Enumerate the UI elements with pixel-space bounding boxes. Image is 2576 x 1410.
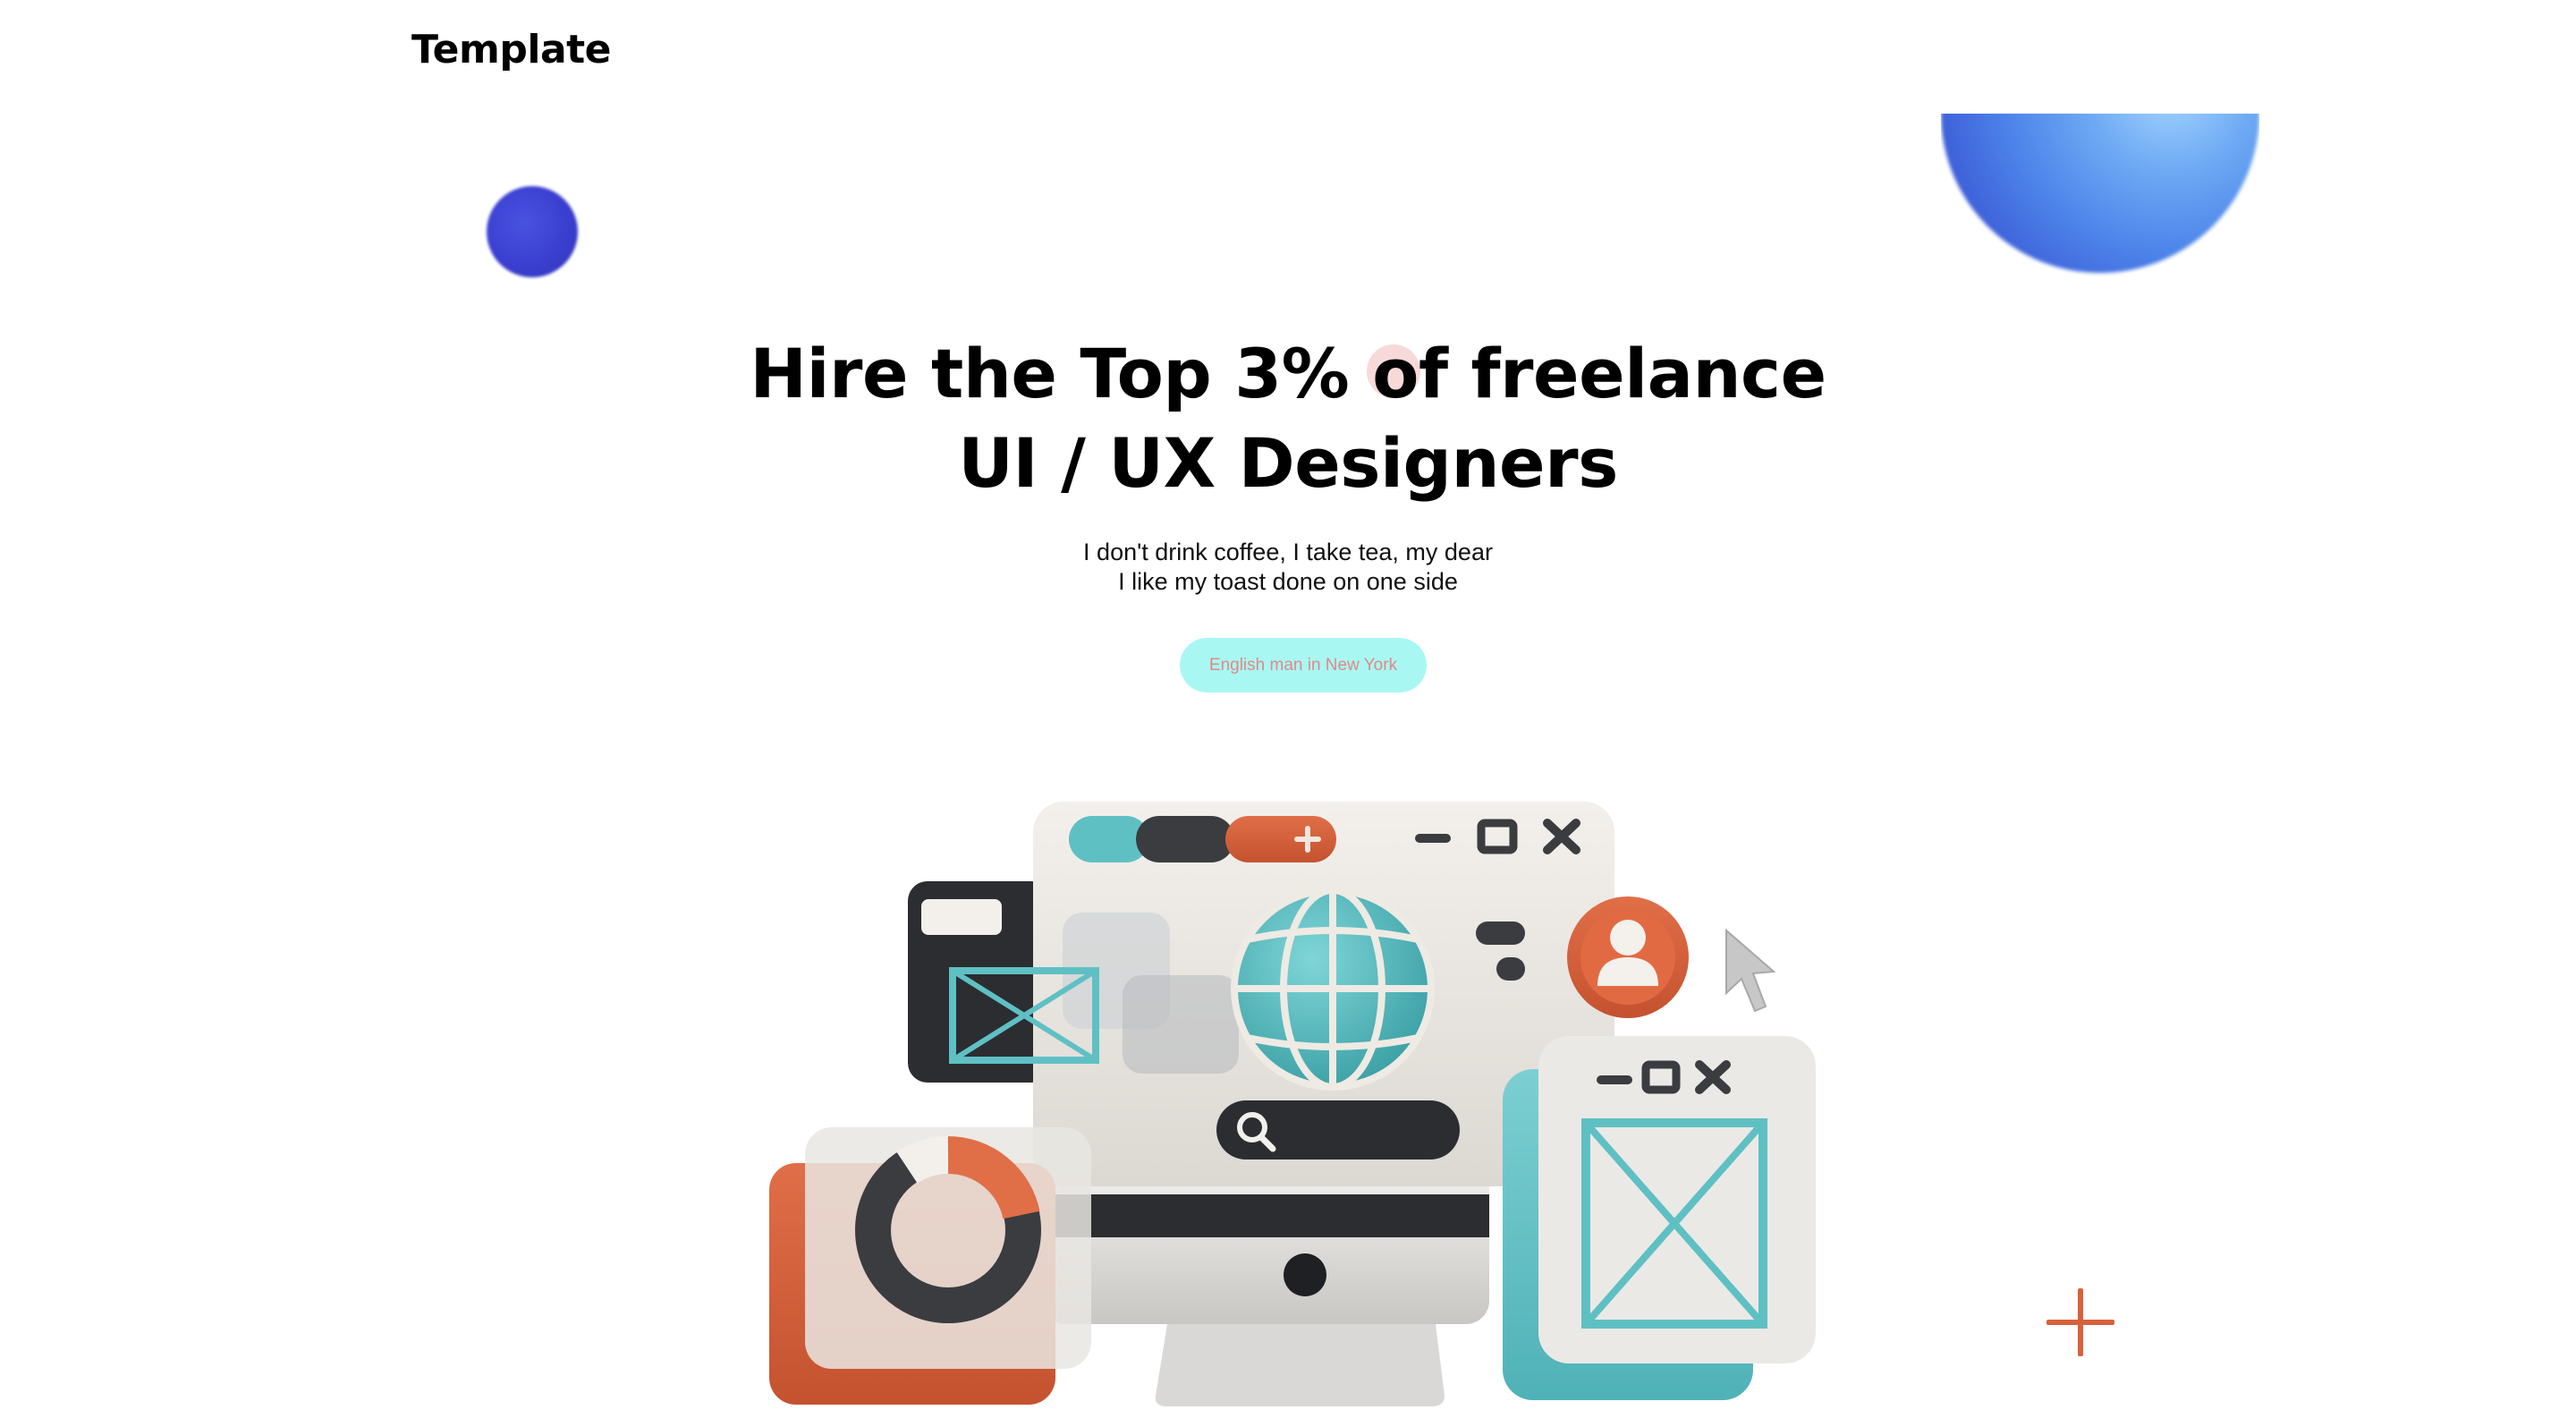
window-card-icon — [1503, 1036, 1816, 1400]
decorative-sphere-large — [1941, 114, 2259, 282]
hero-title-highlight: of — [1372, 334, 1448, 413]
hero-title-line-2: UI / UX Designers — [958, 423, 1618, 503]
hero-subtitle-line-1: I don't drink coffee, I take tea, my dea… — [1083, 539, 1493, 565]
cursor-icon — [1725, 928, 1776, 1013]
monitor-icon — [1042, 1163, 1489, 1406]
hero-subtitle-line-2: I like my toast done on one side — [1118, 568, 1458, 595]
hero-title-part: freelance — [1447, 334, 1826, 413]
hero-title-line-1: Hire the Top 3% of freelance — [0, 329, 2576, 419]
donut-chart-icon — [769, 1127, 1091, 1405]
cta-button[interactable]: English man in New York — [1180, 638, 1427, 692]
brand-logo[interactable]: Template — [411, 27, 612, 72]
hero-illustration — [769, 802, 1816, 1406]
hero-title: Hire the Top 3% of freelance UI / UX Des… — [0, 329, 2576, 508]
decorative-sphere-small — [487, 186, 578, 277]
plus-decoration-icon — [2046, 1288, 2114, 1356]
hero-subtitle: I don't drink coffee, I take tea, my dea… — [0, 538, 2576, 597]
hero-title-part: Hire the Top 3% — [750, 334, 1373, 413]
globe-icon — [1231, 887, 1435, 1091]
search-bar-icon — [1216, 1100, 1460, 1159]
user-avatar-icon — [1567, 896, 1689, 1018]
